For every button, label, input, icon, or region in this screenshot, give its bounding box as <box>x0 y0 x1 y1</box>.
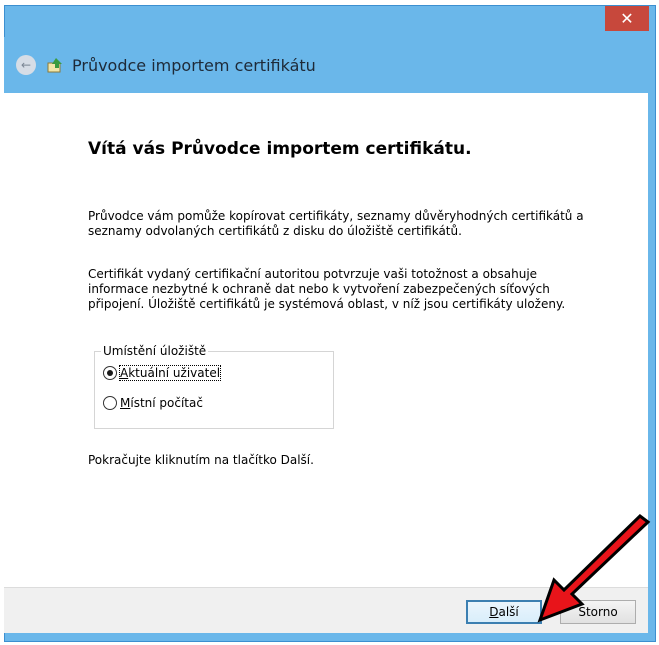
radio-local-machine-label: Místní počítač <box>120 396 203 410</box>
description-paragraph-1: Průvodce vám pomůže kopírovat certifikát… <box>88 209 584 238</box>
wizard-title: Průvodce importem certifikátu <box>72 55 316 75</box>
button-bar: Další Storno <box>4 587 648 633</box>
cancel-button[interactable]: Storno <box>560 600 636 624</box>
back-button[interactable]: ← <box>16 55 36 75</box>
close-icon: ✕ <box>620 9 634 28</box>
store-location-legend: Umístění úložiště <box>101 344 209 358</box>
radio-local-machine[interactable]: Místní počítač <box>103 396 203 410</box>
close-button[interactable]: ✕ <box>605 6 649 31</box>
certificate-wizard-icon <box>47 58 62 73</box>
title-bar: ✕ <box>5 6 655 38</box>
back-arrow-icon: ← <box>20 58 32 72</box>
next-button[interactable]: Další <box>466 600 542 624</box>
wizard-header: ← Průvodce importem certifikátu <box>4 37 648 93</box>
description-paragraph-2: Certifikát vydaný certifikační autoritou… <box>88 267 566 311</box>
radio-dot <box>107 370 113 376</box>
cancel-button-label: Storno <box>578 605 618 619</box>
radio-current-user[interactable]: Aktuální uživatel <box>103 365 222 381</box>
store-location-group: Umístění úložiště Aktuální uživatel Míst… <box>94 344 334 429</box>
continue-hint: Pokračujte kliknutím na tlačítko Další. <box>88 453 314 467</box>
radio-button-selected[interactable] <box>103 366 117 380</box>
welcome-heading: Vítá vás Průvodce importem certifikátu. <box>88 139 472 159</box>
radio-button-unselected[interactable] <box>103 396 117 410</box>
next-button-label: Další <box>489 605 519 619</box>
wizard-content: Vítá vás Průvodce importem certifikátu. … <box>4 93 648 587</box>
radio-current-user-label: Aktuální uživatel <box>118 365 222 381</box>
